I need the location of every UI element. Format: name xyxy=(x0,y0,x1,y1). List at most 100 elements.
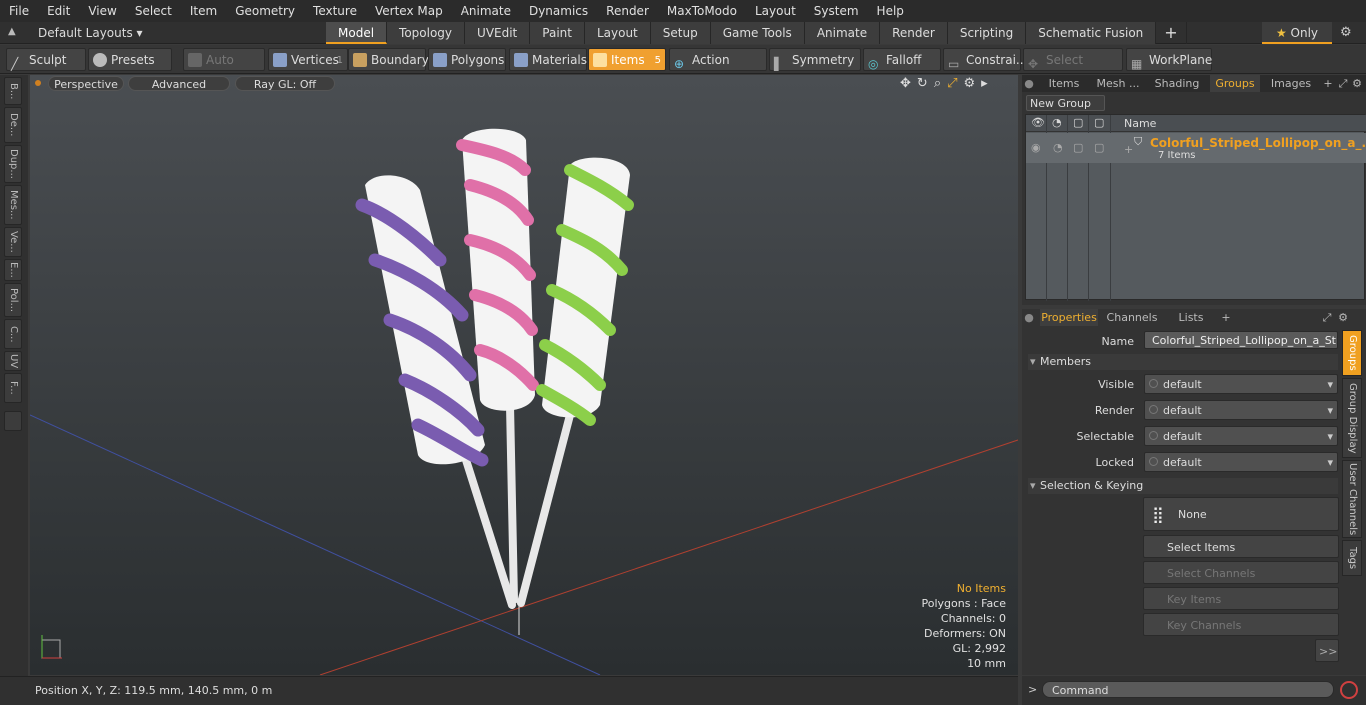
tab-items[interactable]: Items xyxy=(1040,75,1088,92)
falloff-button[interactable]: ◎ Falloff xyxy=(863,48,941,71)
tab-topology[interactable]: Topology xyxy=(387,22,466,44)
members-section[interactable]: Members xyxy=(1028,354,1338,370)
menu-item[interactable]: Item xyxy=(181,0,226,22)
none-button[interactable]: ⣿ None xyxy=(1143,497,1339,531)
row-render-icon[interactable]: ◔ xyxy=(1053,141,1063,154)
key-channels-button[interactable]: Key Channels xyxy=(1143,613,1339,636)
tab-properties[interactable]: Properties xyxy=(1040,309,1098,326)
left-tab-mesh-edit[interactable]: Mes... xyxy=(4,185,22,225)
select-items-button[interactable]: Select Items xyxy=(1143,535,1339,558)
workplane-button[interactable]: ▦ WorkPlane xyxy=(1126,48,1212,71)
render-key-icon[interactable] xyxy=(1149,405,1158,414)
add-panel-tab-icon[interactable]: + xyxy=(1322,75,1334,92)
command-input[interactable]: Command xyxy=(1042,681,1334,698)
menu-layout[interactable]: Layout xyxy=(746,0,805,22)
menu-vertex-map[interactable]: Vertex Map xyxy=(366,0,452,22)
tab-paint[interactable]: Paint xyxy=(530,22,585,44)
left-tab-toggle[interactable] xyxy=(4,411,22,431)
key-items-button[interactable]: Key Items xyxy=(1143,587,1339,610)
selectable-key-icon[interactable] xyxy=(1149,431,1158,440)
menu-help[interactable]: Help xyxy=(868,0,913,22)
left-tab-vertex[interactable]: Ve... xyxy=(4,227,22,257)
tab-scripting[interactable]: Scripting xyxy=(947,22,1027,44)
tab-channels[interactable]: Channels xyxy=(1104,309,1160,326)
expand-group-icon[interactable]: + xyxy=(1124,143,1133,156)
tab-animate[interactable]: Animate xyxy=(804,22,881,44)
expand-properties-icon[interactable]: ⤢ xyxy=(1320,309,1334,326)
tab-model[interactable]: Model xyxy=(326,22,388,44)
left-tab-edge[interactable]: E... xyxy=(4,259,22,281)
auto-select-button[interactable]: Auto Select xyxy=(183,48,265,90)
selection-keying-section[interactable]: Selection & Keying xyxy=(1028,478,1338,494)
select-through-button[interactable]: ✥Select Through xyxy=(1023,48,1123,90)
menu-geometry[interactable]: Geometry xyxy=(226,0,304,22)
properties-menu-icon[interactable]: ● xyxy=(1022,309,1036,326)
tab-lists[interactable]: Lists xyxy=(1164,309,1218,326)
items-button[interactable]: Items 5 xyxy=(588,48,666,71)
materials-button[interactable]: Materials xyxy=(509,48,587,71)
menu-texture[interactable]: Texture xyxy=(304,0,366,22)
row-eye-icon[interactable]: ◉ xyxy=(1031,141,1041,154)
left-tab-curve[interactable]: C... xyxy=(4,319,22,349)
constraints-button[interactable]: ▭ Constrai... xyxy=(943,48,1027,71)
gear-icon[interactable]: ⚙ xyxy=(1340,25,1352,40)
tab-uvedit[interactable]: UVEdit xyxy=(465,22,531,44)
tab-layout[interactable]: Layout xyxy=(584,22,651,44)
presets-button[interactable]: Presets xyxy=(88,48,172,71)
3d-viewport[interactable]: Perspective Advanced Ray GL: Off ✥ ↻ ⌕ ⤢… xyxy=(30,75,1018,675)
selectable-select[interactable]: default ▾ xyxy=(1144,426,1338,446)
menu-maxtomodo[interactable]: MaxToModo xyxy=(658,0,746,22)
panel-menu-icon[interactable]: ● xyxy=(1022,75,1036,92)
visible-select[interactable]: default ▾ xyxy=(1144,374,1338,394)
default-layouts-dropdown[interactable]: Default Layouts ▾ xyxy=(38,22,143,44)
left-tab-deform[interactable]: De... xyxy=(4,107,22,143)
tab-schematic-fusion[interactable]: Schematic Fusion xyxy=(1026,22,1157,44)
expand-panel-icon[interactable]: ⤢ xyxy=(1336,75,1350,92)
locked-key-icon[interactable] xyxy=(1149,457,1158,466)
locked-select[interactable]: default ▾ xyxy=(1144,452,1338,472)
tab-groups[interactable]: Groups xyxy=(1210,75,1260,92)
left-tab-basic[interactable]: B... xyxy=(4,77,22,105)
name-field[interactable]: Colorful_Striped_Lollipop_on_a_Stick_ xyxy=(1144,331,1338,349)
side-tab-groups[interactable]: Groups xyxy=(1342,330,1362,376)
tab-setup[interactable]: Setup xyxy=(650,22,711,44)
action-center-button[interactable]: ⊕Action Center xyxy=(669,48,767,90)
tab-mesh[interactable]: Mesh ... xyxy=(1092,75,1144,92)
select-channels-button[interactable]: Select Channels xyxy=(1143,561,1339,584)
render-select[interactable]: default ▾ xyxy=(1144,400,1338,420)
side-tab-user-channels[interactable]: User Channels xyxy=(1342,460,1362,538)
boundary-button[interactable]: Boundary xyxy=(348,48,429,71)
layout-collapse-icon[interactable]: ▲ xyxy=(8,26,20,38)
menu-select[interactable]: Select xyxy=(126,0,181,22)
menu-view[interactable]: View xyxy=(79,0,125,22)
left-tab-uv[interactable]: UV xyxy=(4,351,22,371)
menu-animate[interactable]: Animate xyxy=(452,0,520,22)
tab-shading[interactable]: Shading xyxy=(1148,75,1206,92)
left-tab-duplicate[interactable]: Dup... xyxy=(4,145,22,183)
visible-key-icon[interactable] xyxy=(1149,379,1158,388)
polygons-button[interactable]: Polygons xyxy=(428,48,506,71)
side-tab-tags[interactable]: Tags xyxy=(1342,540,1362,576)
group-name[interactable]: Colorful_Striped_Lollipop_on_a_... xyxy=(1150,136,1366,150)
vertices-button[interactable]: Vertices 1 xyxy=(268,48,348,71)
tab-images[interactable]: Images xyxy=(1264,75,1318,92)
add-properties-tab-icon[interactable]: + xyxy=(1220,309,1232,326)
menu-render[interactable]: Render xyxy=(597,0,658,22)
row-lock-icon[interactable]: ▢ xyxy=(1073,141,1083,154)
menu-edit[interactable]: Edit xyxy=(38,0,79,22)
symmetry-button[interactable]: ▌ Symmetry xyxy=(769,48,861,71)
menu-dynamics[interactable]: Dynamics xyxy=(520,0,597,22)
left-tab-fusion[interactable]: F... xyxy=(4,373,22,403)
side-tab-group-display[interactable]: Group Display xyxy=(1342,378,1362,458)
menu-file[interactable]: File xyxy=(0,0,38,22)
left-tab-polygon[interactable]: Pol... xyxy=(4,283,22,317)
tab-render[interactable]: Render xyxy=(880,22,948,44)
properties-settings-icon[interactable]: ⚙ xyxy=(1336,309,1350,326)
more-button[interactable]: >> xyxy=(1315,639,1339,662)
panel-settings-icon[interactable]: ⚙ xyxy=(1350,75,1364,92)
record-icon[interactable] xyxy=(1340,681,1358,699)
new-group-button[interactable]: New Group xyxy=(1026,95,1105,111)
tab-game-tools[interactable]: Game Tools xyxy=(710,22,805,44)
only-toggle[interactable]: ★ Only xyxy=(1262,22,1332,44)
sculpt-button[interactable]: ╱ Sculpt xyxy=(6,48,86,71)
